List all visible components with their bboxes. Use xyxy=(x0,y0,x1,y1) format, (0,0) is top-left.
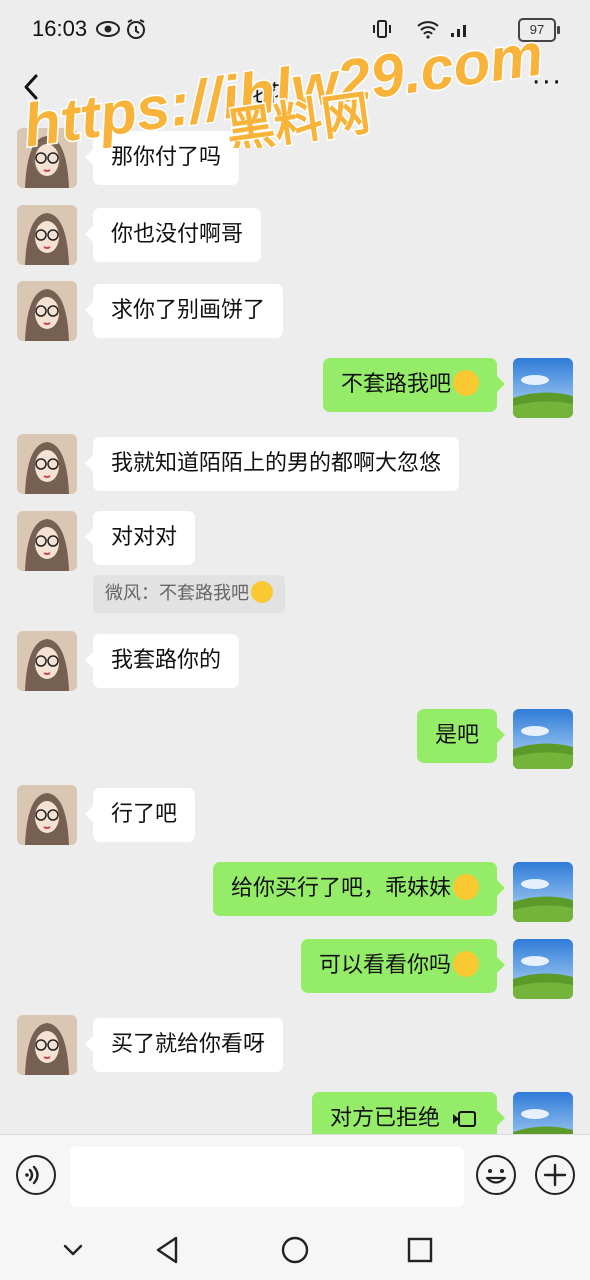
voice-input-button[interactable] xyxy=(16,1155,56,1195)
sent-message-text: 可以看看你吗 xyxy=(318,953,451,978)
sent-message[interactable]: 可以看看你吗 xyxy=(300,939,506,993)
chevron-left-icon[interactable] xyxy=(20,72,42,102)
battery-indicator: 97 xyxy=(518,18,560,42)
contact-name: 花花 xyxy=(245,82,290,107)
sent-message-text: 不套路我吧 xyxy=(340,372,451,397)
received-message[interactable]: 买了就给你看呀 xyxy=(84,1018,284,1072)
chevron-down-icon[interactable] xyxy=(55,1232,91,1268)
sent-message-text: 给你买行了吧，乖妹妹 xyxy=(230,876,451,901)
sent-message-text: 对方已拒绝 xyxy=(329,1106,440,1131)
sent-message[interactable]: 是吧 xyxy=(416,709,506,763)
contact-avatar[interactable] xyxy=(17,128,77,188)
received-message[interactable]: 我就知道陌陌上的男的都啊大忽悠 xyxy=(84,437,460,491)
user-avatar[interactable] xyxy=(513,862,573,922)
eye-icon xyxy=(96,21,120,37)
sent-message[interactable]: 给你买行了吧，乖妹妹 xyxy=(212,862,506,916)
received-message[interactable]: 求你了别画饼了 xyxy=(84,284,284,338)
vibrate-icon xyxy=(373,20,391,38)
crying-emoji-icon xyxy=(453,874,479,900)
chat-message-list[interactable]: 那你付了吗 你也没付啊哥 求你了别画饼了 不套路我吧 我就知道陌陌上的男的都啊大… xyxy=(0,118,590,1134)
more-options-button[interactable]: ··· xyxy=(532,68,563,98)
smirk-emoji-icon xyxy=(453,370,479,396)
sent-message[interactable]: 对方已拒绝 xyxy=(311,1092,506,1134)
emoji-icon xyxy=(485,1169,507,1184)
received-message[interactable]: 我套路你的 xyxy=(84,634,240,688)
message-input-bar xyxy=(0,1134,590,1221)
home-circle-icon[interactable] xyxy=(277,1232,313,1268)
contact-avatar[interactable] xyxy=(17,631,77,691)
video-call-icon xyxy=(453,1111,476,1127)
received-message[interactable]: 行了吧 xyxy=(84,788,196,842)
emoji-button[interactable] xyxy=(476,1155,516,1195)
user-avatar[interactable] xyxy=(513,1092,573,1134)
sent-message[interactable]: 不套路我吧 xyxy=(322,358,506,412)
contact-avatar[interactable] xyxy=(17,785,77,845)
wifi-icon xyxy=(417,21,439,39)
recents-square-icon[interactable] xyxy=(402,1232,438,1268)
user-avatar[interactable] xyxy=(513,358,573,418)
message-text-field[interactable] xyxy=(70,1147,464,1207)
alarm-icon xyxy=(127,19,145,39)
contact-avatar[interactable] xyxy=(17,434,77,494)
received-message[interactable]: 那你付了吗 xyxy=(84,131,240,185)
system-navigation-bar xyxy=(0,1220,590,1280)
user-avatar[interactable] xyxy=(513,709,573,769)
contact-avatar[interactable] xyxy=(17,281,77,341)
status-bar: 16:03 97 xyxy=(0,0,590,58)
plus-icon xyxy=(543,1163,567,1187)
contact-avatar[interactable] xyxy=(17,511,77,571)
back-triangle-icon[interactable] xyxy=(150,1232,186,1268)
smirk-emoji-icon xyxy=(251,581,273,603)
more-actions-button[interactable] xyxy=(535,1155,575,1195)
received-message[interactable]: 你也没付啊哥 xyxy=(84,208,262,262)
contact-avatar[interactable] xyxy=(17,205,77,265)
user-avatar[interactable] xyxy=(513,939,573,999)
received-message[interactable]: 对对对 xyxy=(84,511,196,565)
quoted-reply-text: 微风：不套路我吧 xyxy=(105,583,249,604)
contact-avatar[interactable] xyxy=(17,1015,77,1075)
signal-icon xyxy=(451,25,466,37)
voice-icon xyxy=(25,1165,39,1185)
laughing-tears-emoji-icon xyxy=(453,951,479,977)
status-time: 16:03 xyxy=(32,16,88,41)
quoted-reply[interactable]: 微风：不套路我吧 xyxy=(93,575,285,613)
